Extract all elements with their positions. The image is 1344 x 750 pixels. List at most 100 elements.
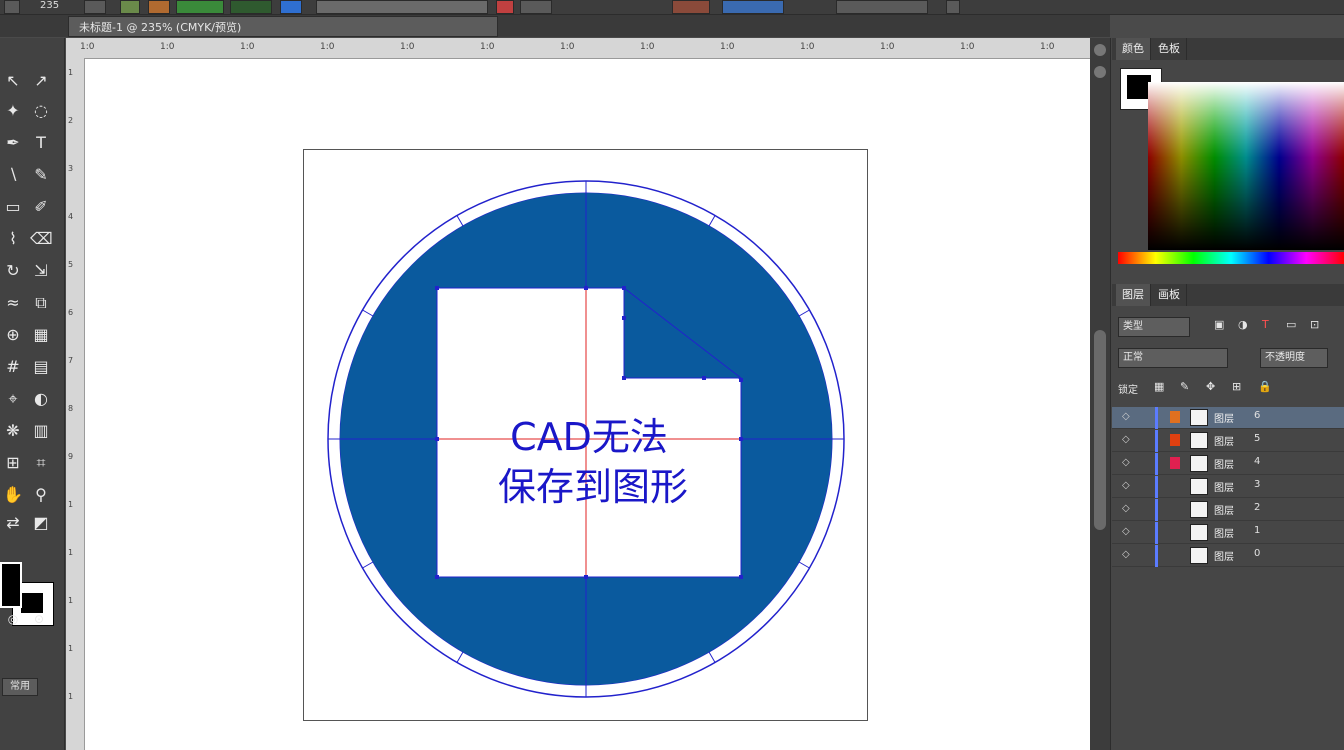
- brush-button[interactable]: [148, 0, 170, 14]
- lock-pixels-icon[interactable]: ✎: [1180, 380, 1189, 393]
- direct-selection-tool-icon[interactable]: ↗: [30, 70, 52, 92]
- lock-transparent-icon[interactable]: ▦: [1154, 380, 1164, 393]
- filter-pixel-icon[interactable]: ▣: [1214, 318, 1224, 331]
- symbol-sprayer-tool-icon[interactable]: ❋: [2, 420, 24, 442]
- align-button[interactable]: [520, 0, 552, 14]
- filter-shape-icon[interactable]: ▭: [1286, 318, 1296, 331]
- layer-row[interactable]: ◇ 图层 5: [1112, 430, 1344, 452]
- layer-row[interactable]: ◇ 图层 0: [1112, 545, 1344, 567]
- fill-color-swatch[interactable]: [0, 562, 22, 608]
- layer-filter-select[interactable]: 类型: [1118, 317, 1190, 337]
- tab-layers[interactable]: 图层: [1116, 284, 1151, 306]
- style-button[interactable]: [230, 0, 272, 14]
- tab-swatches[interactable]: 色板: [1152, 38, 1187, 60]
- eraser-tool-icon[interactable]: ⌫: [30, 228, 53, 250]
- visibility-eye-icon[interactable]: ◇: [1122, 549, 1130, 560]
- layer-row[interactable]: ◇ 图层 6: [1112, 407, 1344, 429]
- ruler-tick-label: 4: [68, 212, 74, 221]
- color-button[interactable]: [496, 0, 514, 14]
- color-panel-header: 颜色 色板: [1112, 38, 1344, 60]
- artwork-graphic: CAD无法 保存到图形: [327, 180, 845, 698]
- panel-expand-button[interactable]: [1094, 66, 1106, 78]
- lock-all-icon[interactable]: 🔒: [1258, 380, 1272, 393]
- free-transform-tool-icon[interactable]: ⧉: [30, 292, 52, 314]
- line-tool-icon[interactable]: ∖: [2, 164, 24, 186]
- document-tab[interactable]: 未标题-1 @ 235% (CMYK/预览): [68, 16, 498, 37]
- tab-artboards[interactable]: 画板: [1152, 284, 1187, 306]
- color-spectrum[interactable]: [1148, 82, 1344, 250]
- visibility-eye-icon[interactable]: ◇: [1122, 526, 1130, 537]
- selection-tool-icon[interactable]: ↖: [2, 70, 24, 92]
- pen-tool-icon[interactable]: ✒: [2, 132, 24, 154]
- workspace-dropdown[interactable]: [836, 0, 928, 14]
- tool-preset-button[interactable]: [84, 0, 106, 14]
- draw-mode-icon[interactable]: ◎: [2, 608, 24, 630]
- filter-adjust-icon[interactable]: ◑: [1238, 318, 1248, 331]
- home-button[interactable]: [4, 0, 20, 14]
- tab-color[interactable]: 颜色: [1116, 38, 1151, 60]
- artboard[interactable]: CAD无法 保存到图形: [303, 149, 868, 721]
- hand-tool-icon[interactable]: ✋: [2, 484, 24, 506]
- visibility-eye-icon[interactable]: ◇: [1122, 457, 1130, 468]
- ruler-tick-label: 1: [68, 548, 74, 557]
- layer-count: 1: [1254, 525, 1261, 536]
- graph-tool-icon[interactable]: ▥: [30, 420, 52, 442]
- blend-mode-select[interactable]: 正常: [1118, 348, 1228, 368]
- lasso-tool-icon[interactable]: ◌: [30, 100, 52, 122]
- eyedropper-tool-icon[interactable]: ⌖: [2, 388, 24, 410]
- ruler-tick-label: 6: [68, 308, 74, 317]
- mesh-tool-icon[interactable]: #: [2, 356, 24, 378]
- lock-artboard-icon[interactable]: ⊞: [1232, 380, 1241, 393]
- brush-tool-icon[interactable]: ✐: [30, 196, 52, 218]
- vertical-ruler[interactable]: 1 2 3 4 5 6 7 8 9 1 1 1 1 1: [66, 58, 85, 750]
- web-button[interactable]: [722, 0, 784, 14]
- horizontal-ruler[interactable]: 1:0 1:0 1:0 1:0 1:0 1:0 1:0 1:0 1:0 1:0 1:0 1:0 1:0: [66, 38, 1090, 59]
- blend-tool-icon[interactable]: ◐: [30, 388, 52, 410]
- swatch-button[interactable]: [120, 0, 140, 14]
- workspace-mode-label[interactable]: 常用: [2, 678, 38, 696]
- swap-colors-icon[interactable]: ⇄: [2, 512, 24, 534]
- anchor-point: [739, 575, 743, 579]
- filter-smart-icon[interactable]: ⊡: [1310, 318, 1319, 331]
- arrange-button[interactable]: [672, 0, 710, 14]
- slice-tool-icon[interactable]: ⌗: [30, 452, 52, 474]
- layer-row[interactable]: ◇ 图层 1: [1112, 522, 1344, 544]
- hue-strip[interactable]: [1118, 252, 1344, 264]
- visibility-eye-icon[interactable]: ◇: [1122, 434, 1130, 445]
- rotate-tool-icon[interactable]: ↻: [2, 260, 24, 282]
- lock-position-icon[interactable]: ✥: [1206, 380, 1215, 393]
- visibility-eye-icon[interactable]: ◇: [1122, 480, 1130, 491]
- shape-builder-tool-icon[interactable]: ⊕: [2, 324, 24, 346]
- warp-tool-icon[interactable]: ≈: [2, 292, 24, 314]
- ruler-tick-label: 7: [68, 356, 74, 365]
- layer-thumbnail: [1190, 409, 1208, 426]
- layer-row[interactable]: ◇ 图层 2: [1112, 499, 1344, 521]
- visibility-eye-icon[interactable]: ◇: [1122, 503, 1130, 514]
- gradient-tool-icon[interactable]: ▤: [30, 356, 52, 378]
- pencil-tool-icon[interactable]: ✎: [30, 164, 52, 186]
- layer-row[interactable]: ◇ 图层 4: [1112, 453, 1344, 475]
- artboard-tool-icon[interactable]: ⊞: [2, 452, 24, 474]
- layer-row[interactable]: ◇ 图层 3: [1112, 476, 1344, 498]
- panel-toggle-button[interactable]: [946, 0, 960, 14]
- ruler-tick-label: 2: [68, 116, 74, 125]
- layer-name: 图层: [1214, 460, 1234, 471]
- rectangle-tool-icon[interactable]: ▭: [2, 196, 24, 218]
- mode-button[interactable]: [176, 0, 224, 14]
- perspective-tool-icon[interactable]: ▦: [30, 324, 52, 346]
- blob-brush-tool-icon[interactable]: ⌇: [2, 228, 24, 250]
- magic-wand-tool-icon[interactable]: ✦: [2, 100, 24, 122]
- layer-button[interactable]: [280, 0, 302, 14]
- panel-collapse-button[interactable]: [1094, 44, 1106, 56]
- preset-dropdown[interactable]: [316, 0, 488, 14]
- default-colors-icon[interactable]: ◩: [30, 512, 52, 534]
- anchor-point: [702, 376, 706, 380]
- type-tool-icon[interactable]: T: [30, 132, 52, 154]
- filter-type-icon[interactable]: T: [1262, 318, 1269, 331]
- visibility-eye-icon[interactable]: ◇: [1122, 411, 1130, 422]
- opacity-field[interactable]: 不透明度: [1260, 348, 1328, 368]
- zoom-tool-icon[interactable]: ⚲: [30, 484, 52, 506]
- scrollbar-thumb[interactable]: [1094, 330, 1106, 530]
- screen-mode-icon[interactable]: ⊙: [28, 608, 50, 630]
- scale-tool-icon[interactable]: ⇲: [30, 260, 52, 282]
